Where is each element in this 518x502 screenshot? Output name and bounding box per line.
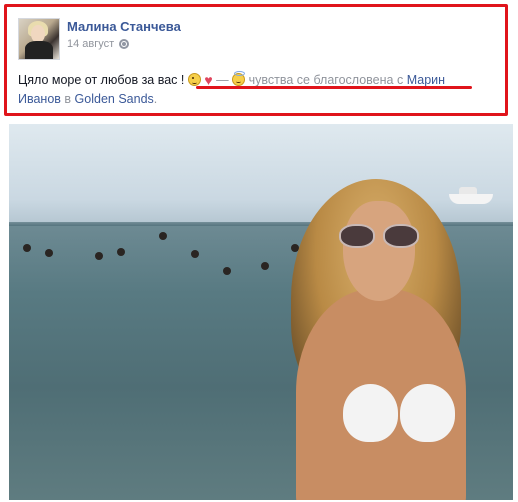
author-name-link[interactable]: Малина Станчева xyxy=(67,19,181,34)
globe-icon[interactable] xyxy=(119,39,130,49)
avatar-body xyxy=(25,41,53,59)
post-meta: 14 август xyxy=(67,38,130,50)
feeling-text: чувства се благословена с xyxy=(248,73,404,87)
bikini-top xyxy=(343,384,455,444)
location-link[interactable]: Golden Sands xyxy=(75,92,154,106)
red-underline-annotation xyxy=(196,86,472,89)
in-word: в xyxy=(64,92,72,106)
swimmer xyxy=(45,249,53,257)
swimmer xyxy=(95,252,103,260)
wink-emoji-icon xyxy=(187,73,201,86)
author-avatar[interactable] xyxy=(18,18,60,60)
tagged-person-first-name[interactable]: Марин xyxy=(407,73,445,87)
dash-separator: — xyxy=(216,73,229,87)
sunglasses xyxy=(339,224,421,250)
woman-face xyxy=(343,201,415,301)
swimmer xyxy=(23,244,31,252)
angel-emoji-icon xyxy=(232,71,246,86)
period: . xyxy=(153,92,158,106)
status-message: Цяло море от любов за вас ! xyxy=(18,73,185,87)
swimmer xyxy=(261,262,269,270)
swimmer xyxy=(117,248,125,256)
swimmer xyxy=(159,232,167,240)
post-date[interactable]: 14 август xyxy=(67,38,114,50)
status-text-block: Цяло море от любов за вас ! ♥ — чувства … xyxy=(18,71,498,109)
woman-figure xyxy=(281,179,481,500)
post-photo[interactable] xyxy=(9,124,513,500)
swimmer xyxy=(223,267,231,275)
swimmer xyxy=(191,250,199,258)
tagged-person-last-name[interactable]: Иванов xyxy=(18,92,61,106)
highlighted-post-header: Малина Станчева 14 август Цяло море от л… xyxy=(4,4,508,116)
